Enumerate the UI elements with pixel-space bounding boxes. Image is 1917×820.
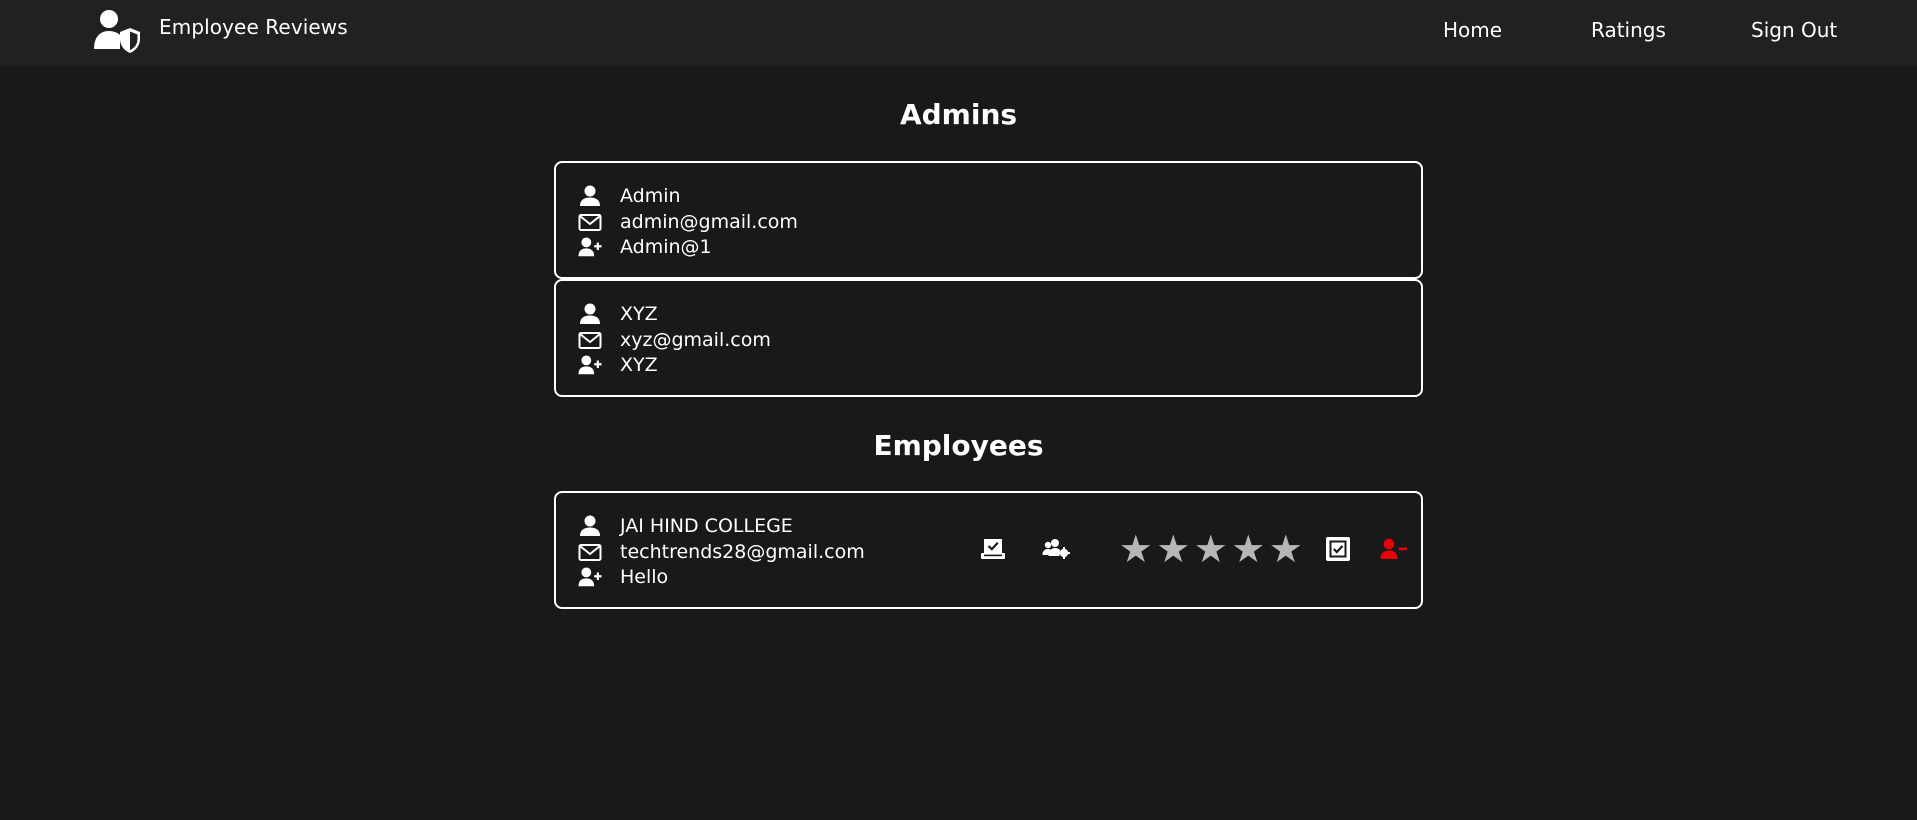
admin-password: XYZ [620, 354, 658, 376]
employee-password: Hello [620, 566, 669, 588]
user-plus-icon [578, 567, 602, 587]
employee-password-row: Hello [578, 564, 668, 590]
user-plus-icon [578, 355, 602, 375]
brand-title: Employee Reviews [159, 14, 348, 39]
remove-user-icon[interactable] [1380, 538, 1408, 560]
employee-name: JAI HIND COLLEGE [620, 515, 793, 537]
admin-email: xyz@gmail.com [620, 329, 771, 351]
top-navbar: Employee Reviews Home Ratings Sign Out [0, 0, 1917, 66]
envelope-icon [578, 214, 602, 231]
admins-heading: Admins [899, 98, 1018, 131]
user-icon [580, 185, 600, 206]
admin-email-row: xyz@gmail.com [578, 327, 771, 353]
admin-password-row: XYZ [578, 352, 658, 378]
admin-name: Admin [620, 185, 681, 207]
employee-name-row: JAI HIND COLLEGE [578, 513, 793, 539]
admin-name-row: Admin [578, 183, 681, 209]
admin-password: Admin@1 [620, 236, 712, 258]
rating-stars[interactable]: ★ ★ ★ ★ ★ [1117, 530, 1305, 568]
admin-card: XYZ xyz@gmail.com XYZ [554, 279, 1423, 397]
admin-password-row: Admin@1 [578, 234, 712, 260]
check-square-icon[interactable] [1326, 537, 1350, 561]
rating-star[interactable]: ★ [1267, 530, 1305, 568]
nav-ratings[interactable]: Ratings [1591, 18, 1666, 44]
employee-email-row: techtrends28@gmail.com [578, 539, 865, 565]
user-shield-icon [94, 10, 140, 53]
employees-heading: Employees [873, 429, 1044, 462]
rating-star[interactable]: ★ [1192, 530, 1230, 568]
employee-email: techtrends28@gmail.com [620, 541, 865, 563]
rating-star[interactable]: ★ [1117, 530, 1155, 568]
admin-card: Admin admin@gmail.com Admin@1 [554, 161, 1423, 279]
admin-email: admin@gmail.com [620, 211, 798, 233]
brand[interactable]: Employee Reviews [92, 9, 348, 53]
users-cog-icon[interactable] [1042, 538, 1070, 560]
rating-star[interactable]: ★ [1155, 530, 1193, 568]
user-icon [580, 303, 600, 324]
envelope-icon [578, 544, 602, 561]
admin-name: XYZ [620, 303, 658, 325]
user-icon [580, 515, 600, 536]
user-plus-icon [578, 237, 602, 257]
nav-home[interactable]: Home [1443, 18, 1502, 44]
rating-star[interactable]: ★ [1230, 530, 1268, 568]
admin-name-row: XYZ [578, 301, 658, 327]
envelope-icon [578, 332, 602, 349]
vote-icon[interactable] [980, 538, 1006, 560]
nav-sign-out[interactable]: Sign Out [1751, 18, 1837, 44]
admin-email-row: admin@gmail.com [578, 209, 798, 235]
